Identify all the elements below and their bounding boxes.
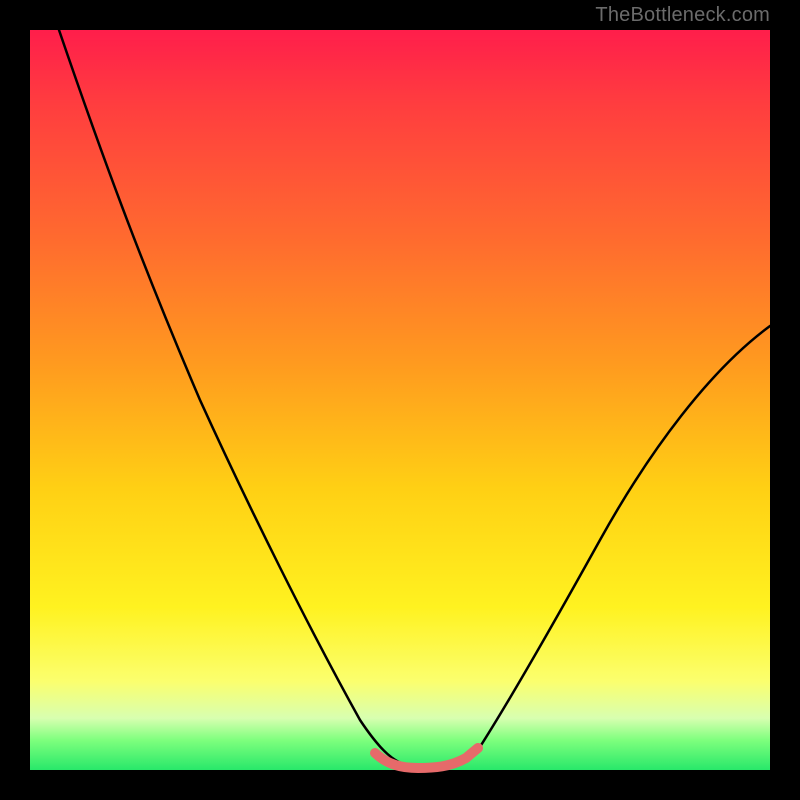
attribution-text: TheBottleneck.com: [595, 4, 770, 27]
chart-frame: TheBottleneck.com: [0, 0, 800, 800]
valley-highlight-segment: [375, 748, 478, 768]
chart-svg: [30, 30, 770, 770]
v-curve-line: [59, 30, 770, 768]
